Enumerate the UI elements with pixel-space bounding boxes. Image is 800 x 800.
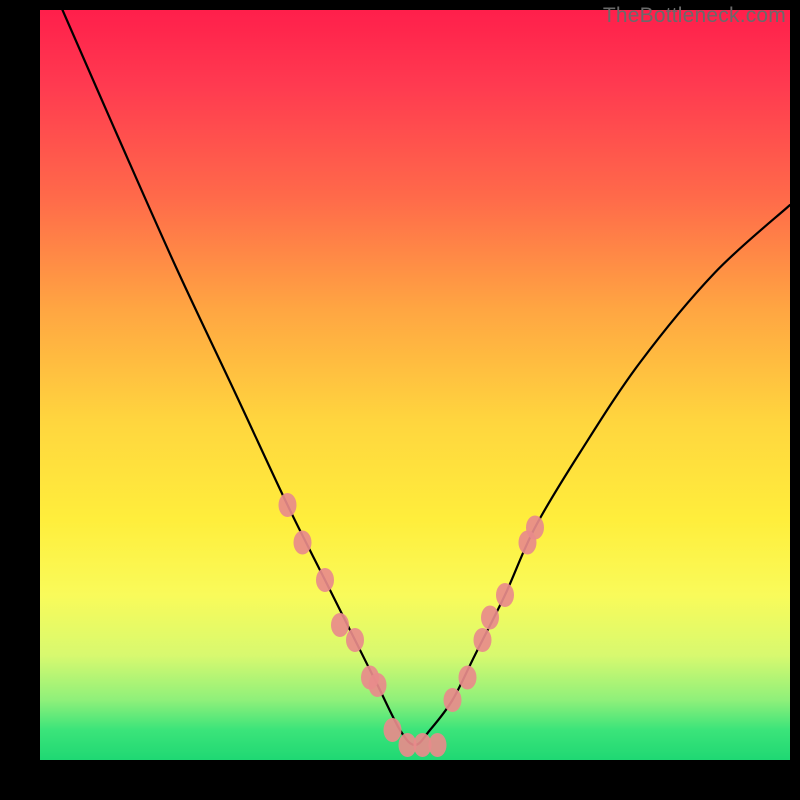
marker-dot	[279, 493, 297, 517]
chart-stage: TheBottleneck.com	[0, 0, 800, 800]
marker-dot	[459, 666, 477, 690]
marker-dot	[369, 673, 387, 697]
marker-dot	[444, 688, 462, 712]
marker-dot	[526, 516, 544, 540]
marker-dot	[316, 568, 334, 592]
marker-dot	[384, 718, 402, 742]
plot-area	[40, 10, 790, 760]
marker-dot	[346, 628, 364, 652]
marker-dot	[481, 606, 499, 630]
curve-layer	[40, 10, 790, 760]
marker-dot	[294, 531, 312, 555]
watermark-text: TheBottleneck.com	[603, 4, 786, 28]
marker-dot	[429, 733, 447, 757]
bottleneck-curve	[63, 10, 791, 745]
marker-dot	[496, 583, 514, 607]
marker-dot	[474, 628, 492, 652]
marker-layer	[279, 493, 545, 757]
marker-dot	[331, 613, 349, 637]
